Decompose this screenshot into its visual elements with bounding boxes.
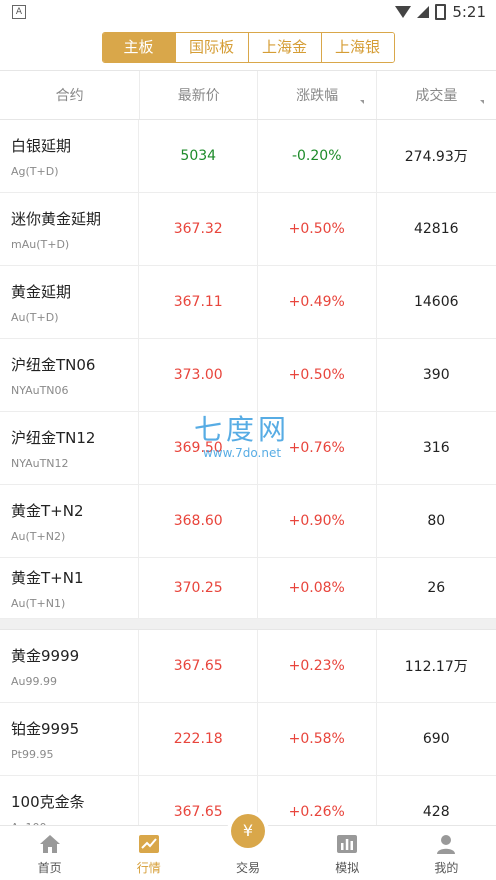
change-percent: +0.90% xyxy=(258,485,377,557)
tab-shanghai-silver[interactable]: 上海银 xyxy=(320,32,394,62)
wifi-icon xyxy=(395,6,412,18)
volume: 390 xyxy=(422,367,450,383)
contract-code: Au99.99 xyxy=(11,674,57,688)
volume: 26 xyxy=(427,580,446,596)
change-percent: +0.23% xyxy=(258,630,377,702)
table-row[interactable]: 铂金9995 Pt99.95 222.18 +0.58% 690 xyxy=(0,703,496,776)
contract-code: Au(T+D) xyxy=(11,310,59,324)
contract-name: 黄金T+N1 xyxy=(11,568,84,587)
yen-icon: ¥ xyxy=(231,814,265,848)
table-row[interactable]: 迷你黄金延期 mAu(T+D) 367.32 +0.50% 42816 xyxy=(0,193,496,266)
status-icons: 5:21 xyxy=(395,3,486,21)
change-percent: +0.08% xyxy=(258,558,377,618)
table-row[interactable]: 黄金9999 Au99.99 367.65 +0.23% 112.17万 xyxy=(0,630,496,703)
latest-price: 369.50 xyxy=(139,412,258,484)
contract-name: 迷你黄金延期 xyxy=(11,209,102,228)
table-row[interactable]: 沪纽金TN12 NYAuTN12 369.50 +0.76% 316 xyxy=(0,412,496,485)
home-icon xyxy=(39,835,60,853)
latest-price: 370.25 xyxy=(139,558,258,618)
contract-code: NYAuTN06 xyxy=(11,383,69,397)
contract-code: mAu(T+D) xyxy=(11,237,70,251)
volume: 274.93万 xyxy=(404,149,468,165)
sort-arrow-icon xyxy=(480,100,484,104)
volume: 42816 xyxy=(413,221,459,237)
change-percent: -0.20% xyxy=(258,120,377,192)
change-percent: +0.58% xyxy=(258,703,377,775)
latest-price: 367.65 xyxy=(139,630,258,702)
signal-icon xyxy=(417,6,430,18)
volume: 316 xyxy=(422,440,450,456)
tab-shanghai-gold[interactable]: 上海金 xyxy=(247,32,321,62)
contract-code: Ag(T+D) xyxy=(11,164,59,178)
contract-name: 沪纽金TN12 xyxy=(11,428,96,447)
contract-name: 黄金T+N2 xyxy=(11,501,84,520)
change-percent: +0.76% xyxy=(258,412,377,484)
table-row[interactable]: 白银延期 Ag(T+D) 5034 -0.20% 274.93万 xyxy=(0,120,496,193)
volume: 80 xyxy=(427,513,446,529)
latest-price: 367.11 xyxy=(139,266,258,338)
volume: 690 xyxy=(422,731,450,747)
quote-list: 白银延期 Ag(T+D) 5034 -0.20% 274.93万 迷你黄金延期 mA… xyxy=(0,120,496,849)
contract-code: Au(T+N2) xyxy=(11,529,66,543)
bottom-nav: 首页 行情 ¥ 交易 模拟 我的 xyxy=(0,814,496,880)
change-percent: +0.50% xyxy=(258,193,377,265)
nav-mine[interactable]: 我的 xyxy=(397,826,496,880)
change-percent: +0.49% xyxy=(258,266,377,338)
contract-name: 黄金9999 xyxy=(11,646,80,665)
section-divider xyxy=(0,619,496,630)
header-volume-sort[interactable]: 成交量 xyxy=(377,71,496,119)
battery-icon xyxy=(435,4,447,20)
contract-name: 沪纽金TN06 xyxy=(11,355,96,374)
chart-icon xyxy=(138,835,159,853)
header-volume-label: 成交量 xyxy=(415,88,458,104)
change-percent: +0.50% xyxy=(258,339,377,411)
table-row[interactable]: 黄金T+N2 Au(T+N2) 368.60 +0.90% 80 xyxy=(0,485,496,558)
table-row[interactable]: 黄金T+N1 Au(T+N1) 370.25 +0.08% 26 xyxy=(0,558,496,619)
latest-price: 368.60 xyxy=(139,485,258,557)
header-latest-price: 最新价 xyxy=(140,71,259,119)
nav-market[interactable]: 行情 xyxy=(99,826,198,880)
nav-home[interactable]: 首页 xyxy=(0,826,99,880)
latest-price: 373.00 xyxy=(139,339,258,411)
volume: 112.17万 xyxy=(404,659,468,675)
table-row[interactable]: 黄金延期 Au(T+D) 367.11 +0.49% 14606 xyxy=(0,266,496,339)
nav-trade[interactable]: ¥ 交易 xyxy=(198,814,297,880)
contract-name: 100克金条 xyxy=(11,792,85,811)
tab-main-board[interactable]: 主板 xyxy=(102,32,175,62)
latest-price: 367.32 xyxy=(139,193,258,265)
nav-mine-label: 我的 xyxy=(434,861,459,875)
latest-price: 222.18 xyxy=(139,703,258,775)
bars-icon xyxy=(337,835,358,853)
nav-market-label: 行情 xyxy=(136,861,161,875)
header-change-sort[interactable]: 涨跌幅 xyxy=(258,71,377,119)
contract-name: 白银延期 xyxy=(11,136,72,155)
tab-international-board[interactable]: 国际板 xyxy=(174,32,248,62)
nav-simulate[interactable]: 模拟 xyxy=(298,826,397,880)
latest-price: 5034 xyxy=(139,120,258,192)
header-change-label: 涨跌幅 xyxy=(296,88,339,104)
market-tabs-bar: 主板 国际板 上海金 上海银 xyxy=(0,24,496,70)
sort-arrow-icon xyxy=(359,100,364,104)
contract-code: NYAuTN12 xyxy=(11,456,69,470)
header-contract: 合约 xyxy=(0,71,141,119)
contract-name: 铂金9995 xyxy=(11,719,80,738)
contract-code: Au(T+N1) xyxy=(11,596,66,610)
nav-simulate-label: 模拟 xyxy=(335,861,360,875)
volume: 14606 xyxy=(413,294,459,310)
contract-code: Pt99.95 xyxy=(11,747,54,761)
market-tabs: 主板 国际板 上海金 上海银 xyxy=(101,31,395,63)
table-row[interactable]: 沪纽金TN06 NYAuTN06 373.00 +0.50% 390 xyxy=(0,339,496,412)
contract-name: 黄金延期 xyxy=(11,282,72,301)
nav-trade-label: 交易 xyxy=(236,861,261,875)
nav-home-label: 首页 xyxy=(37,861,62,875)
table-header: 合约 最新价 涨跌幅 成交量 xyxy=(0,70,496,120)
user-icon xyxy=(437,835,456,854)
notification-icon: A xyxy=(12,5,26,19)
status-time: 5:21 xyxy=(452,3,486,21)
status-bar: A 5:21 xyxy=(0,0,496,24)
